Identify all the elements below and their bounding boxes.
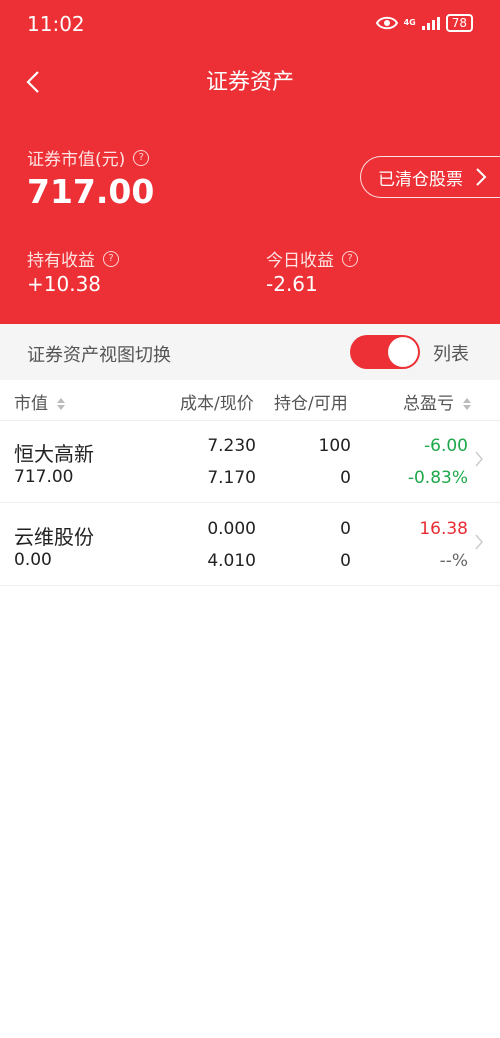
stock-name: 云维股份 bbox=[14, 525, 94, 549]
stock-name: 恒大高新 bbox=[14, 442, 94, 466]
stock-market-value: 0.00 bbox=[14, 550, 52, 570]
status-bar: 11:02 4G 78 bbox=[0, 0, 500, 46]
eye-icon bbox=[375, 16, 398, 30]
view-toggle[interactable] bbox=[350, 335, 420, 369]
cleared-stocks-button[interactable]: 已清仓股票 bbox=[360, 156, 500, 198]
market-value: 717.00 bbox=[27, 172, 155, 211]
holding-quantity: 100 bbox=[318, 436, 351, 456]
column-label: 市值 bbox=[14, 394, 48, 414]
battery-level: 78 bbox=[445, 14, 473, 32]
available-quantity: 0 bbox=[340, 551, 351, 571]
chevron-right-icon bbox=[475, 534, 483, 550]
cost-price: 7.230 bbox=[207, 436, 256, 456]
view-switch-label: 证券资产视图切换 bbox=[27, 345, 171, 366]
page-title: 证券资产 bbox=[205, 70, 294, 95]
table-header: 市值 成本/现价 持仓/可用 总盈亏 bbox=[0, 380, 500, 421]
column-header-total-pl[interactable]: 总盈亏 bbox=[403, 389, 472, 414]
help-icon[interactable]: ? bbox=[133, 149, 150, 166]
chevron-right-icon bbox=[476, 168, 487, 186]
column-header-market-value[interactable]: 市值 bbox=[14, 389, 66, 414]
sort-icon bbox=[57, 398, 66, 410]
today-profit-label: 今日收益 bbox=[266, 251, 334, 271]
cost-price: 0.000 bbox=[207, 519, 256, 539]
column-header-position: 持仓/可用 bbox=[274, 394, 348, 414]
current-price: 4.010 bbox=[207, 551, 256, 571]
view-switch-bar: 证券资产视图切换 bbox=[0, 324, 500, 380]
help-icon[interactable]: ? bbox=[342, 250, 358, 267]
status-icons: 4G 78 bbox=[375, 12, 473, 34]
total-pl: -6.00 bbox=[424, 436, 468, 456]
sort-icon bbox=[463, 398, 472, 410]
network-type: 4G bbox=[403, 18, 416, 27]
total-pl: 16.38 bbox=[419, 519, 468, 539]
status-time: 11:02 bbox=[27, 12, 85, 36]
holding-profit-value: +10.38 bbox=[27, 272, 102, 296]
current-price: 7.170 bbox=[207, 468, 256, 488]
asset-header: 11:02 4G 78 证券资产 证券市值(元) ? 717.00 已清仓股票 … bbox=[0, 0, 500, 324]
today-profit-label-row: 今日收益 ? bbox=[266, 246, 358, 271]
help-icon[interactable]: ? bbox=[103, 250, 119, 267]
cleared-stocks-label: 已清仓股票 bbox=[378, 169, 463, 190]
table-row[interactable]: 云维股份 0.00 0.000 4.010 0 0 16.38 --% bbox=[0, 503, 500, 586]
total-pl-percent: --% bbox=[439, 551, 468, 571]
signal-icon bbox=[421, 16, 440, 30]
view-mode-label: 列表 bbox=[433, 344, 469, 365]
stock-market-value: 717.00 bbox=[14, 467, 74, 487]
market-value-label-row: 证券市值(元) ? bbox=[27, 145, 150, 170]
total-pl-percent: -0.83% bbox=[407, 468, 468, 488]
holding-profit-label-row: 持有收益 ? bbox=[27, 246, 119, 271]
holding-profit-label: 持有收益 bbox=[27, 251, 95, 271]
table-row[interactable]: 恒大高新 717.00 7.230 7.170 100 0 -6.00 -0.8… bbox=[0, 420, 500, 503]
column-label: 总盈亏 bbox=[403, 394, 454, 414]
holding-quantity: 0 bbox=[340, 519, 351, 539]
available-quantity: 0 bbox=[340, 468, 351, 488]
column-header-cost-price: 成本/现价 bbox=[180, 394, 254, 414]
today-profit-value: -2.61 bbox=[266, 272, 318, 296]
toggle-knob bbox=[388, 337, 418, 367]
chevron-right-icon bbox=[475, 451, 483, 467]
market-value-label: 证券市值(元) bbox=[27, 150, 126, 170]
